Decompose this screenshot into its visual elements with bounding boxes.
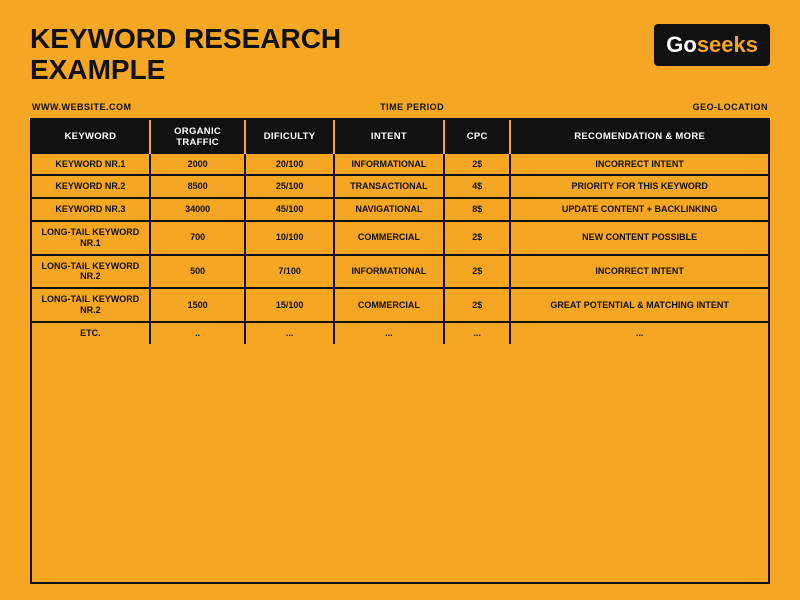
cell-recommendation: PRIORITY FOR THIS KEYWORD <box>510 175 768 198</box>
cell-traffic: 34000 <box>150 198 246 221</box>
meta-time-period: TIME PERIOD <box>380 102 444 112</box>
cell-keyword: LONG-TAIL KEYWORD NR.2 <box>32 288 150 322</box>
page-title: KEYWORD RESEARCH EXAMPLE <box>30 24 341 86</box>
cell-traffic: .. <box>150 322 246 344</box>
meta-row: WWW.WEBSITE.COM TIME PERIOD GEO-LOCATION <box>30 102 770 112</box>
cell-keyword: KEYWORD NR.2 <box>32 175 150 198</box>
table-row: KEYWORD NR.33400045/100NAVIGATIONAL8$UPD… <box>32 198 768 221</box>
cell-cpc: 4$ <box>444 175 510 198</box>
cell-recommendation: NEW CONTENT POSSIBLE <box>510 221 768 255</box>
cell-recommendation: INCORRECT INTENT <box>510 255 768 289</box>
col-header-difficulty: DIFICULTY <box>245 120 333 154</box>
cell-keyword: KEYWORD NR.3 <box>32 198 150 221</box>
cell-keyword: LONG-TAIL KEYWORD NR.1 <box>32 221 150 255</box>
col-header-cpc: CPC <box>444 120 510 154</box>
meta-website: WWW.WEBSITE.COM <box>32 102 132 112</box>
header: KEYWORD RESEARCH EXAMPLE Go seeks <box>30 24 770 86</box>
col-header-traffic: ORGANIC TRAFFIC <box>150 120 246 154</box>
cell-cpc: 2$ <box>444 221 510 255</box>
cell-traffic: 1500 <box>150 288 246 322</box>
table-wrapper: KEYWORDORGANIC TRAFFICDIFICULTYINTENTCPC… <box>30 118 770 584</box>
cell-intent: INFORMATIONAL <box>334 154 444 176</box>
cell-difficulty: 10/100 <box>245 221 333 255</box>
col-header-recommendation: RECOMENDATION & MORE <box>510 120 768 154</box>
logo: Go seeks <box>654 24 770 66</box>
page-container: KEYWORD RESEARCH EXAMPLE Go seeks WWW.WE… <box>0 0 800 600</box>
logo-seeks-text: seeks <box>697 32 758 58</box>
cell-keyword: KEYWORD NR.1 <box>32 154 150 176</box>
table-row: ETC............... <box>32 322 768 344</box>
cell-traffic: 500 <box>150 255 246 289</box>
cell-cpc: ... <box>444 322 510 344</box>
cell-keyword: ETC. <box>32 322 150 344</box>
cell-difficulty: 15/100 <box>245 288 333 322</box>
cell-intent: COMMERCIAL <box>334 221 444 255</box>
table-row: KEYWORD NR.1200020/100INFORMATIONAL2$INC… <box>32 154 768 176</box>
title-line1: KEYWORD RESEARCH <box>30 24 341 55</box>
cell-difficulty: 25/100 <box>245 175 333 198</box>
col-header-intent: INTENT <box>334 120 444 154</box>
col-header-keyword: KEYWORD <box>32 120 150 154</box>
cell-recommendation: GREAT POTENTIAL & MATCHING INTENT <box>510 288 768 322</box>
title-line2: EXAMPLE <box>30 55 341 86</box>
logo-go-text: Go <box>666 32 697 58</box>
cell-recommendation: UPDATE CONTENT + BACKLINKING <box>510 198 768 221</box>
cell-intent: TRANSACTIONAL <box>334 175 444 198</box>
cell-traffic: 8500 <box>150 175 246 198</box>
table-header-row: KEYWORDORGANIC TRAFFICDIFICULTYINTENTCPC… <box>32 120 768 154</box>
cell-recommendation: ... <box>510 322 768 344</box>
cell-cpc: 2$ <box>444 255 510 289</box>
cell-intent: INFORMATIONAL <box>334 255 444 289</box>
cell-difficulty: 7/100 <box>245 255 333 289</box>
cell-cpc: 8$ <box>444 198 510 221</box>
cell-intent: NAVIGATIONAL <box>334 198 444 221</box>
cell-difficulty: 20/100 <box>245 154 333 176</box>
table-row: LONG-TAIL KEYWORD NR.170010/100COMMERCIA… <box>32 221 768 255</box>
cell-recommendation: INCORRECT INTENT <box>510 154 768 176</box>
cell-intent: ... <box>334 322 444 344</box>
table-row: LONG-TAIL KEYWORD NR.2150015/100COMMERCI… <box>32 288 768 322</box>
table-row: KEYWORD NR.2850025/100TRANSACTIONAL4$PRI… <box>32 175 768 198</box>
meta-geo-location: GEO-LOCATION <box>693 102 768 112</box>
cell-difficulty: 45/100 <box>245 198 333 221</box>
cell-traffic: 700 <box>150 221 246 255</box>
cell-keyword: LONG-TAIL KEYWORD NR.2 <box>32 255 150 289</box>
cell-traffic: 2000 <box>150 154 246 176</box>
keyword-table: KEYWORDORGANIC TRAFFICDIFICULTYINTENTCPC… <box>32 120 768 344</box>
cell-intent: COMMERCIAL <box>334 288 444 322</box>
table-row: LONG-TAIL KEYWORD NR.25007/100INFORMATIO… <box>32 255 768 289</box>
cell-cpc: 2$ <box>444 154 510 176</box>
cell-cpc: 2$ <box>444 288 510 322</box>
cell-difficulty: ... <box>245 322 333 344</box>
